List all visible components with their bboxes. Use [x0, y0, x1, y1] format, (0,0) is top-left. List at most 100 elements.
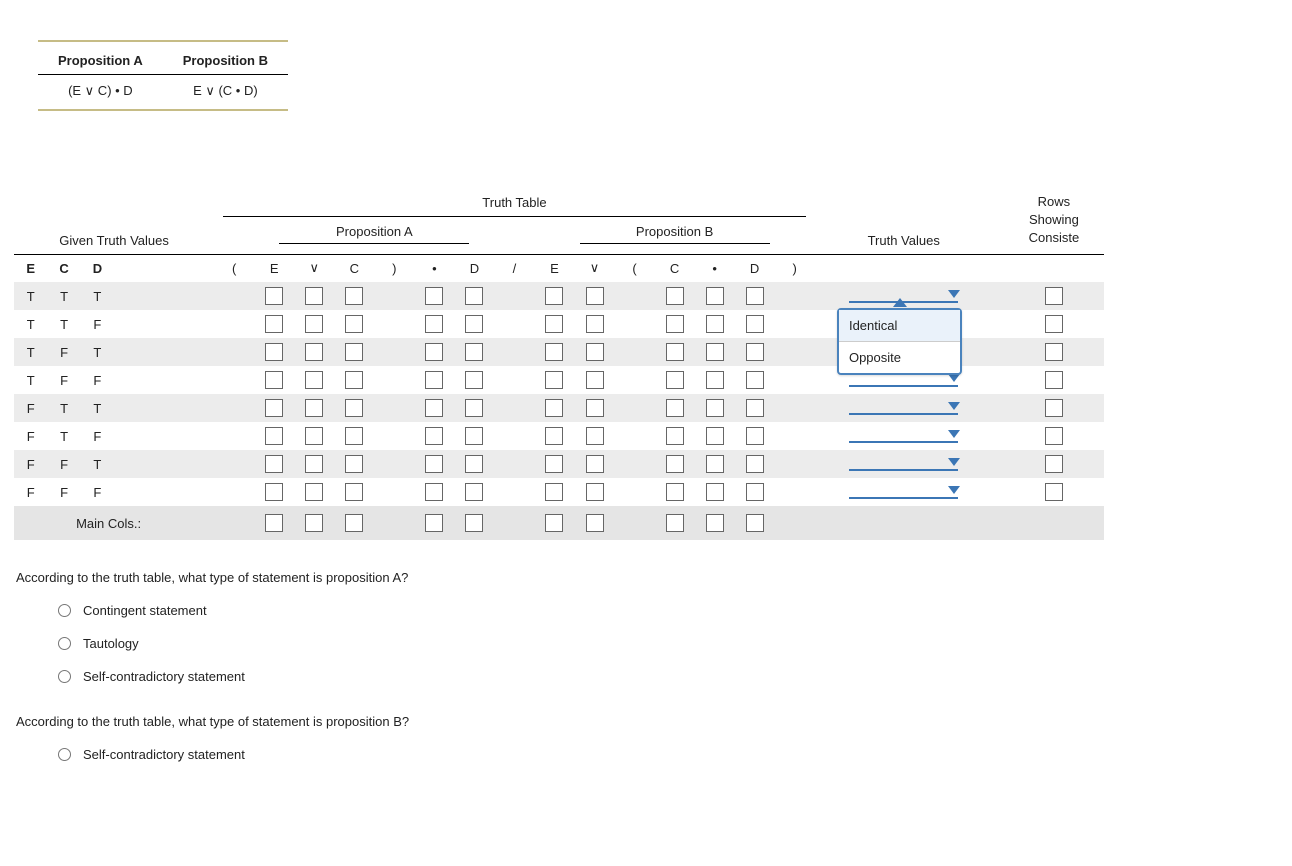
truth-checkbox[interactable]: [465, 399, 483, 417]
truth-checkbox[interactable]: [265, 427, 283, 445]
truth-checkbox[interactable]: [265, 371, 283, 389]
main-col-checkbox[interactable]: [305, 514, 323, 532]
truth-checkbox[interactable]: [345, 483, 363, 501]
consistency-checkbox[interactable]: [1045, 343, 1063, 361]
truth-checkbox[interactable]: [545, 371, 563, 389]
consistency-checkbox[interactable]: [1045, 315, 1063, 333]
answer-option[interactable]: Self-contradictory statement: [58, 669, 1278, 684]
truth-checkbox[interactable]: [545, 455, 563, 473]
truth-checkbox[interactable]: [465, 455, 483, 473]
answer-option[interactable]: Self-contradictory statement: [58, 747, 1278, 762]
truth-checkbox[interactable]: [586, 343, 604, 361]
truth-checkbox[interactable]: [586, 399, 604, 417]
truth-checkbox[interactable]: [586, 371, 604, 389]
truth-checkbox[interactable]: [425, 455, 443, 473]
main-col-checkbox[interactable]: [586, 514, 604, 532]
truth-checkbox[interactable]: [746, 483, 764, 501]
truth-checkbox[interactable]: [305, 399, 323, 417]
truth-checkbox[interactable]: [465, 343, 483, 361]
truth-checkbox[interactable]: [345, 399, 363, 417]
truth-checkbox[interactable]: [666, 455, 684, 473]
truth-checkbox[interactable]: [305, 427, 323, 445]
truth-checkbox[interactable]: [425, 287, 443, 305]
truth-checkbox[interactable]: [746, 427, 764, 445]
truth-checkbox[interactable]: [746, 399, 764, 417]
truth-checkbox[interactable]: [666, 343, 684, 361]
truth-checkbox[interactable]: [586, 427, 604, 445]
truth-checkbox[interactable]: [265, 483, 283, 501]
main-col-checkbox[interactable]: [425, 514, 443, 532]
truth-checkbox[interactable]: [345, 315, 363, 333]
truth-checkbox[interactable]: [265, 343, 283, 361]
truth-checkbox[interactable]: [746, 371, 764, 389]
truth-checkbox[interactable]: [465, 483, 483, 501]
truth-checkbox[interactable]: [265, 399, 283, 417]
truth-checkbox[interactable]: [586, 315, 604, 333]
truth-checkbox[interactable]: [305, 315, 323, 333]
truth-checkbox[interactable]: [706, 399, 724, 417]
truth-checkbox[interactable]: [465, 371, 483, 389]
truth-checkbox[interactable]: [345, 287, 363, 305]
truth-checkbox[interactable]: [305, 455, 323, 473]
truth-checkbox[interactable]: [345, 427, 363, 445]
main-col-checkbox[interactable]: [746, 514, 764, 532]
truth-checkbox[interactable]: [425, 371, 443, 389]
truth-checkbox[interactable]: [265, 315, 283, 333]
consistency-checkbox[interactable]: [1045, 371, 1063, 389]
truth-checkbox[interactable]: [746, 315, 764, 333]
truth-values-dropdown[interactable]: [837, 394, 970, 422]
truth-checkbox[interactable]: [666, 483, 684, 501]
truth-checkbox[interactable]: [305, 371, 323, 389]
radio-icon[interactable]: [58, 748, 71, 761]
truth-checkbox[interactable]: [425, 427, 443, 445]
radio-icon[interactable]: [58, 670, 71, 683]
answer-option[interactable]: Contingent statement: [58, 603, 1278, 618]
truth-checkbox[interactable]: [746, 287, 764, 305]
truth-checkbox[interactable]: [706, 287, 724, 305]
radio-icon[interactable]: [58, 637, 71, 650]
truth-checkbox[interactable]: [706, 455, 724, 473]
main-col-checkbox[interactable]: [666, 514, 684, 532]
truth-checkbox[interactable]: [425, 343, 443, 361]
truth-checkbox[interactable]: [465, 427, 483, 445]
truth-checkbox[interactable]: [265, 287, 283, 305]
consistency-checkbox[interactable]: [1045, 455, 1063, 473]
truth-checkbox[interactable]: [586, 287, 604, 305]
truth-checkbox[interactable]: [666, 287, 684, 305]
answer-option[interactable]: Tautology: [58, 636, 1278, 651]
truth-checkbox[interactable]: [545, 427, 563, 445]
main-col-checkbox[interactable]: [706, 514, 724, 532]
truth-values-dropdown[interactable]: IdenticalOpposite: [837, 310, 970, 338]
truth-checkbox[interactable]: [465, 287, 483, 305]
main-col-checkbox[interactable]: [265, 514, 283, 532]
truth-checkbox[interactable]: [746, 343, 764, 361]
truth-checkbox[interactable]: [425, 399, 443, 417]
main-col-checkbox[interactable]: [545, 514, 563, 532]
consistency-checkbox[interactable]: [1045, 399, 1063, 417]
truth-checkbox[interactable]: [305, 343, 323, 361]
truth-checkbox[interactable]: [666, 427, 684, 445]
dropdown-option[interactable]: Opposite: [839, 342, 960, 373]
truth-checkbox[interactable]: [746, 455, 764, 473]
truth-checkbox[interactable]: [305, 287, 323, 305]
truth-checkbox[interactable]: [666, 371, 684, 389]
consistency-checkbox[interactable]: [1045, 427, 1063, 445]
truth-checkbox[interactable]: [345, 343, 363, 361]
truth-checkbox[interactable]: [706, 315, 724, 333]
main-col-checkbox[interactable]: [345, 514, 363, 532]
truth-checkbox[interactable]: [706, 371, 724, 389]
main-col-checkbox[interactable]: [465, 514, 483, 532]
truth-checkbox[interactable]: [425, 315, 443, 333]
truth-values-dropdown[interactable]: [837, 422, 970, 450]
truth-checkbox[interactable]: [666, 399, 684, 417]
radio-icon[interactable]: [58, 604, 71, 617]
truth-checkbox[interactable]: [706, 343, 724, 361]
truth-values-dropdown[interactable]: [837, 450, 970, 478]
truth-checkbox[interactable]: [666, 315, 684, 333]
truth-values-dropdown[interactable]: [837, 478, 970, 506]
truth-checkbox[interactable]: [545, 287, 563, 305]
truth-checkbox[interactable]: [545, 343, 563, 361]
truth-checkbox[interactable]: [706, 483, 724, 501]
truth-table-scroll[interactable]: Given Truth Values Truth Table Truth Val…: [14, 192, 1278, 540]
truth-checkbox[interactable]: [545, 315, 563, 333]
